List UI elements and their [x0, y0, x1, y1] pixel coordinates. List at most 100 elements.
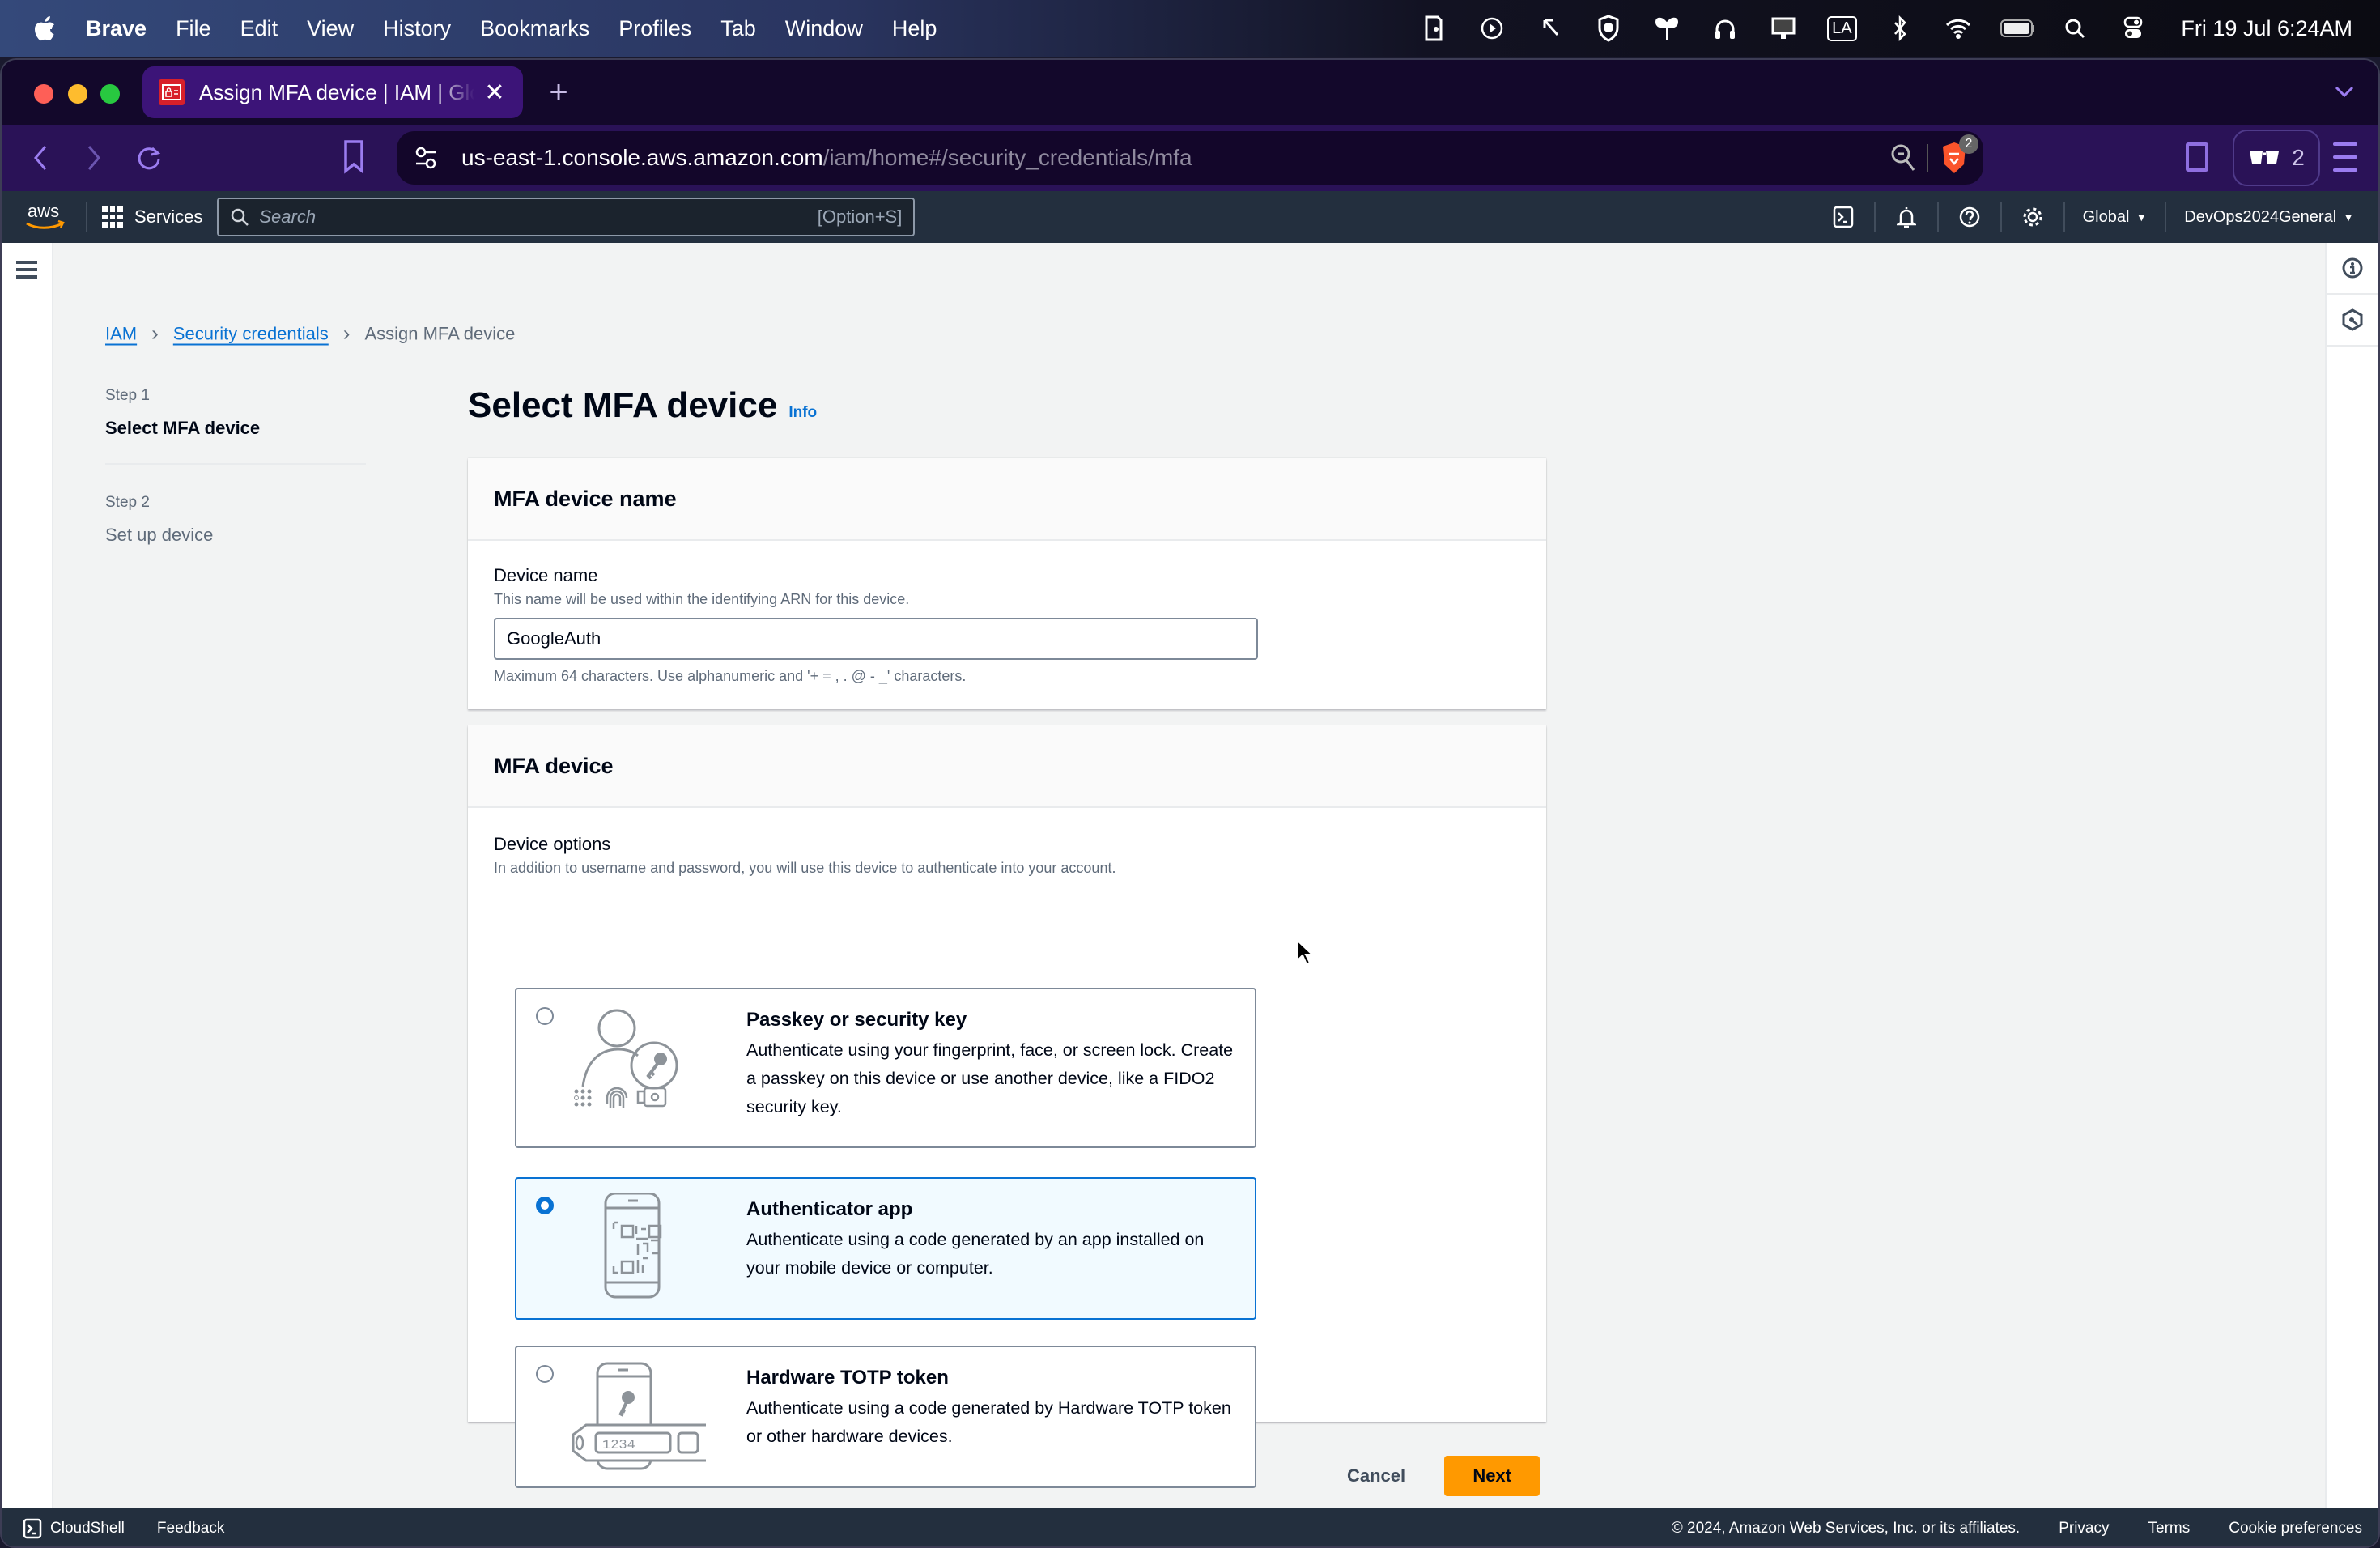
search-shortcut-hint: [Option+S]	[817, 206, 903, 227]
browser-menu-icon[interactable]	[2333, 142, 2357, 172]
sidebar-toggle-icon[interactable]	[2186, 142, 2208, 172]
account-name: DevOps2024General	[2184, 207, 2337, 226]
option-title: Hardware TOTP token	[746, 1367, 949, 1389]
forward-button[interactable]	[76, 138, 112, 178]
menu-file[interactable]: File	[176, 16, 211, 41]
menu-window[interactable]: Window	[785, 16, 863, 41]
breadcrumb-chevron-icon: ›	[342, 321, 351, 346]
account-menu[interactable]: DevOps2024General ▼	[2166, 202, 2378, 232]
tab-close-icon[interactable]: ✕	[482, 79, 507, 107]
new-tab-button[interactable]: +	[542, 74, 575, 111]
option-title: Passkey or security key	[746, 1009, 967, 1031]
option-authenticator-app-tile[interactable]: Authenticator app Authenticate using a c…	[515, 1177, 1256, 1320]
feedback-link[interactable]: Feedback	[157, 1520, 224, 1537]
notes-icon[interactable]	[1417, 15, 1451, 42]
region-caret-icon: ▼	[2136, 211, 2148, 223]
reload-button[interactable]	[131, 138, 167, 178]
hardware-token-illustration-icon: 1234	[572, 1362, 706, 1470]
option-title: Authenticator app	[746, 1198, 913, 1220]
authenticator-app-illustration-icon	[604, 1193, 662, 1299]
cookie-preferences-link[interactable]: Cookie preferences	[2229, 1520, 2362, 1537]
privacy-link[interactable]: Privacy	[2059, 1520, 2109, 1537]
address-bar[interactable]: us-east-1.console.aws.amazon.com/iam/hom…	[397, 131, 1983, 185]
search-input[interactable]	[259, 206, 786, 228]
zoom-out-icon[interactable]	[1889, 142, 1917, 173]
wizard-step-1[interactable]: Step 1 Select MFA device	[105, 387, 366, 439]
menu-bookmarks[interactable]: Bookmarks	[480, 16, 589, 41]
tab-list-chevron-icon[interactable]	[2335, 78, 2354, 105]
settings-gear-icon[interactable]	[2002, 202, 2065, 232]
display-icon[interactable]	[1766, 15, 1800, 42]
menu-app-name[interactable]: Brave	[86, 16, 147, 41]
console-search[interactable]: [Option+S]	[217, 198, 916, 236]
option-hardware-totp-tile[interactable]: 1234 Hardware TOTP token Authenticate us…	[515, 1346, 1256, 1488]
help-icon[interactable]	[1939, 202, 2002, 232]
cloudshell-label: CloudShell	[50, 1520, 125, 1537]
tools-rail	[2325, 243, 2378, 1508]
region-label: Global	[2082, 207, 2130, 226]
cancel-button[interactable]: Cancel	[1329, 1456, 1423, 1496]
headphones-icon[interactable]	[1708, 15, 1742, 42]
region-selector[interactable]: Global ▼	[2065, 202, 2167, 232]
bluetooth-icon[interactable]	[1883, 15, 1917, 42]
back-button[interactable]	[23, 138, 58, 178]
authenticator-app-radio[interactable]	[536, 1197, 554, 1214]
wifi-icon[interactable]	[1941, 15, 1975, 42]
services-menu-button[interactable]: Services	[102, 206, 202, 228]
info-link[interactable]: Info	[788, 404, 817, 422]
shield-icon[interactable]	[1592, 15, 1626, 42]
url-text[interactable]: us-east-1.console.aws.amazon.com/iam/hom…	[461, 145, 1192, 171]
butterfly-icon[interactable]	[1650, 15, 1684, 42]
device-name-panel: MFA device name Device name This name wi…	[468, 458, 1546, 709]
next-button[interactable]: Next	[1444, 1456, 1541, 1496]
panel-header: MFA device name	[468, 458, 1546, 541]
option-passkey-tile[interactable]: Passkey or security key Authenticate usi…	[515, 988, 1256, 1148]
menu-profiles[interactable]: Profiles	[618, 16, 691, 41]
input-source-icon[interactable]: LA	[1825, 15, 1859, 42]
aws-logo[interactable]: aws	[24, 199, 66, 235]
clock[interactable]: Fri 19 Jul 6:24AM	[2181, 16, 2352, 41]
step-number: Step 1	[105, 387, 150, 404]
menu-edit[interactable]: Edit	[240, 16, 278, 41]
info-panel-button[interactable]	[2327, 243, 2378, 295]
menu-help[interactable]: Help	[892, 16, 937, 41]
aws-top-navigation: aws Services [Option+S] Global ▼ DevOps20…	[2, 191, 2378, 243]
spotlight-icon[interactable]	[2058, 15, 2092, 42]
browser-tab-active[interactable]: Assign MFA device | IAM | Global ✕	[142, 66, 523, 118]
step-number: Step 2	[105, 494, 150, 511]
site-settings-icon[interactable]	[410, 142, 442, 174]
passkey-illustration-icon	[574, 1009, 678, 1108]
terms-link[interactable]: Terms	[2148, 1520, 2191, 1537]
private-window-button[interactable]: 2	[2233, 130, 2320, 186]
breadcrumb-security-credentials[interactable]: Security credentials	[173, 323, 329, 344]
menu-tab[interactable]: Tab	[720, 16, 756, 41]
search-icon	[232, 208, 249, 226]
device-name-input[interactable]	[494, 618, 1258, 660]
cloudshell-nav-icon[interactable]	[1813, 202, 1876, 232]
bookmark-icon[interactable]	[342, 139, 374, 176]
info-icon	[2342, 257, 2363, 279]
maximize-window-button[interactable]	[100, 84, 120, 104]
open-navigation-icon[interactable]	[16, 261, 37, 279]
step-title: Set up device	[105, 525, 214, 545]
notifications-bell-icon[interactable]	[1876, 202, 1939, 232]
apple-menu-icon[interactable]	[32, 15, 57, 42]
macos-menu-bar: Brave File Edit View History Bookmarks P…	[0, 0, 2380, 57]
hardware-totp-radio[interactable]	[536, 1365, 554, 1383]
close-window-button[interactable]	[34, 84, 53, 104]
cloudshell-button[interactable]: CloudShell	[23, 1518, 125, 1539]
step-divider	[105, 463, 366, 465]
resource-explorer-button[interactable]	[2327, 295, 2378, 347]
menu-view[interactable]: View	[307, 16, 354, 41]
hexagon-search-icon	[2342, 308, 2363, 331]
passkey-radio[interactable]	[536, 1007, 554, 1025]
address-bar-divider	[1927, 144, 1928, 172]
page-title: Select MFA device Info	[468, 385, 817, 426]
cursor-arrow-icon[interactable]	[1533, 15, 1567, 42]
menu-history[interactable]: History	[383, 16, 451, 41]
minimize-window-button[interactable]	[68, 84, 87, 104]
play-icon[interactable]	[1475, 15, 1509, 42]
copyright-text: © 2024, Amazon Web Services, Inc. or its…	[1671, 1520, 2021, 1537]
breadcrumb-iam[interactable]: IAM	[105, 323, 137, 344]
control-center-icon[interactable]	[2116, 15, 2150, 42]
